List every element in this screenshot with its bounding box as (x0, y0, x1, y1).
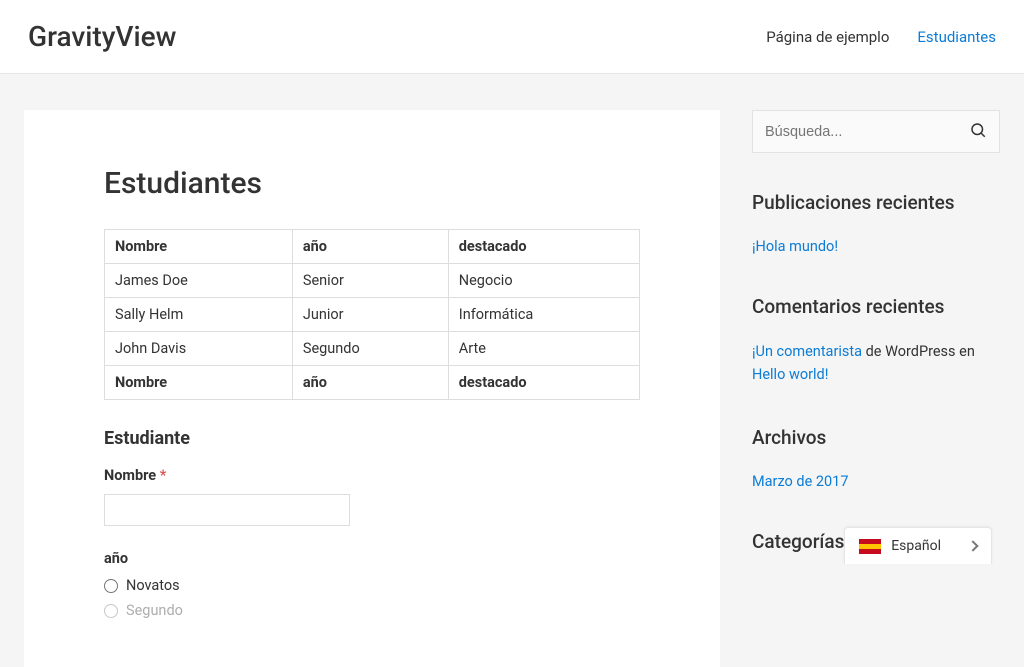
col-header-featured: destacado (448, 230, 639, 264)
cell-featured: Negocio (448, 264, 639, 298)
name-field-label: Nombre * (104, 467, 640, 484)
site-title[interactable]: GravityView (28, 20, 176, 53)
radio-label: Novatos (126, 577, 180, 594)
search-widget (752, 110, 1000, 153)
table-header-row: Nombre año destacado (105, 230, 640, 264)
table-row: John Davis Segundo Arte (105, 332, 640, 366)
cell-name: Sally Helm (105, 298, 293, 332)
search-input[interactable] (765, 124, 969, 140)
cell-featured: Arte (448, 332, 639, 366)
table-row: Sally Helm Junior Informática (105, 298, 640, 332)
year-radio-group: Novatos Segundo (104, 577, 640, 619)
cell-year: Segundo (292, 332, 448, 366)
nav-link-students[interactable]: Estudiantes (917, 28, 996, 46)
widget-title: Archivos (752, 426, 1000, 449)
cell-name: John Davis (105, 332, 293, 366)
comment-middle-text: de WordPress en (862, 343, 975, 360)
language-name: Español (891, 538, 941, 554)
cell-name: James Doe (105, 264, 293, 298)
search-icon (969, 121, 987, 139)
language-switcher[interactable]: Español (844, 527, 992, 564)
main-content: Estudiantes Nombre año destacado James D… (24, 110, 720, 667)
widget-title: Comentarios recientes (752, 295, 1000, 318)
col-footer-name: Nombre (105, 366, 293, 400)
students-table: Nombre año destacado James Doe Senior Ne… (104, 229, 640, 400)
recent-posts-widget: Publicaciones recientes ¡Hola mundo! (752, 191, 1000, 255)
name-input[interactable] (104, 494, 350, 526)
radio-label: Segundo (126, 602, 183, 619)
archives-widget: Archivos Marzo de 2017 (752, 426, 1000, 490)
widget-title: Publicaciones recientes (752, 191, 1000, 214)
radio-option-freshmen[interactable]: Novatos (104, 577, 640, 594)
name-label-text: Nombre (104, 467, 156, 484)
radio-input-freshmen[interactable] (104, 579, 118, 593)
archive-link[interactable]: Marzo de 2017 (752, 473, 848, 490)
table-footer-row: Nombre año destacado (105, 366, 640, 400)
chevron-right-icon (967, 540, 978, 551)
search-button[interactable] (969, 121, 987, 142)
radio-option-sophomore[interactable]: Segundo (104, 602, 640, 619)
page-container: Estudiantes Nombre año destacado James D… (0, 74, 1024, 667)
nav-link-example-page[interactable]: Página de ejemplo (766, 28, 889, 46)
recent-comment-item: ¡Un comentarista de WordPress en Hello w… (752, 340, 1000, 386)
main-nav: Página de ejemplo Estudiantes (766, 28, 996, 46)
required-indicator: * (160, 467, 167, 484)
page-title: Estudiantes (104, 166, 640, 201)
radio-input-sophomore[interactable] (104, 604, 118, 618)
cell-featured: Informática (448, 298, 639, 332)
comment-author-link[interactable]: ¡Un comentarista (752, 343, 862, 360)
col-header-name: Nombre (105, 230, 293, 264)
col-footer-featured: destacado (448, 366, 639, 400)
form-title: Estudiante (104, 428, 640, 449)
col-footer-year: año (292, 366, 448, 400)
table-row: James Doe Senior Negocio (105, 264, 640, 298)
comment-post-link[interactable]: Hello world! (752, 366, 828, 383)
year-field-label: año (104, 550, 640, 567)
recent-post-link[interactable]: ¡Hola mundo! (752, 238, 838, 255)
cell-year: Senior (292, 264, 448, 298)
col-header-year: año (292, 230, 448, 264)
cell-year: Junior (292, 298, 448, 332)
spain-flag-icon (859, 539, 881, 554)
site-header: GravityView Página de ejemplo Estudiante… (0, 0, 1024, 74)
sidebar: Publicaciones recientes ¡Hola mundo! Com… (752, 110, 1000, 667)
recent-comments-widget: Comentarios recientes ¡Un comentarista d… (752, 295, 1000, 386)
